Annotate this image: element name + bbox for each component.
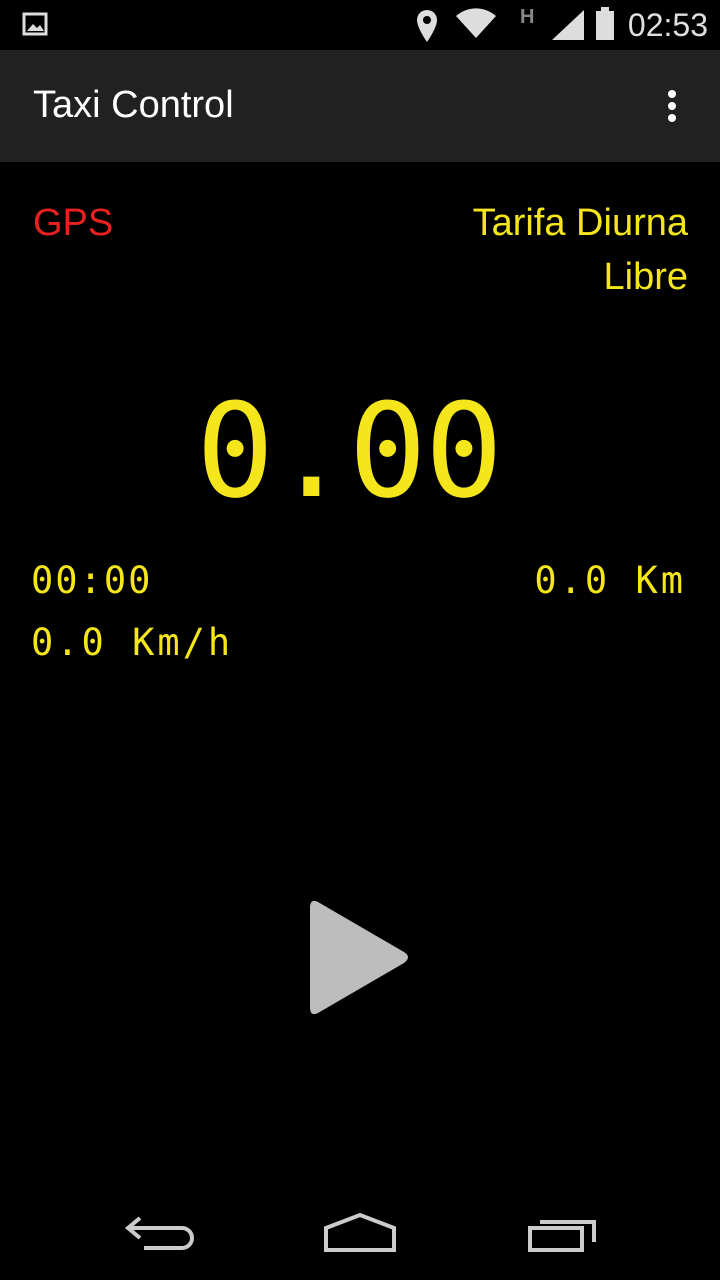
recents-icon[interactable] [526,1214,600,1254]
overflow-menu-icon[interactable] [658,86,686,126]
navigation-bar [0,1190,720,1280]
state-label: Libre [603,256,689,298]
distance-display: 0.0 Km [534,559,686,602]
clock: 02:53 [627,7,708,43]
home-icon[interactable] [322,1212,398,1254]
elapsed-time-display: 00:00 [31,559,153,602]
gps-status: GPS [33,202,114,244]
image-icon [22,12,48,36]
location-icon [417,10,437,42]
play-button[interactable] [300,890,420,1025]
h-network-icon: H [520,6,535,28]
action-bar: Taxi Control [0,50,720,162]
wifi-icon [456,8,496,38]
status-bar: H 02:53 [0,0,720,50]
battery-icon [596,7,614,40]
back-icon[interactable] [124,1214,196,1254]
play-icon [310,900,408,1015]
signal-icon [552,10,584,40]
speed-display: 0.0 Km/h [31,621,234,664]
app-title: Taxi Control [33,84,234,126]
tariff-label: Tarifa Diurna [472,202,688,244]
fare-display: 0.00 [196,375,503,527]
